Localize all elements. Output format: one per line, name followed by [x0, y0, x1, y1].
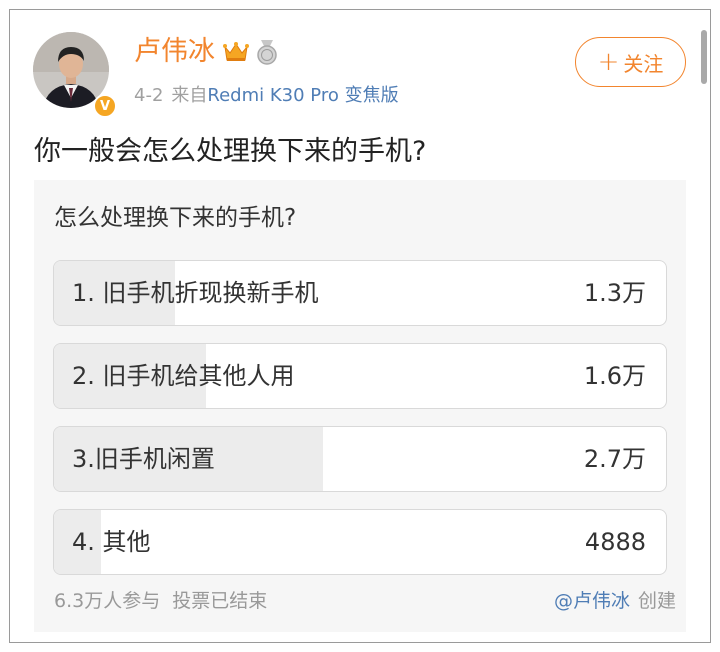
poll-option[interactable]: 1. 旧手机折现换新手机 1.3万 — [53, 260, 667, 326]
author-row: 卢伟冰 — [134, 32, 279, 72]
poll-created-label: 创建 — [637, 590, 676, 612]
post-source-device[interactable]: Redmi K30 Pro 变焦版 — [207, 85, 398, 106]
weibo-post-card: V 卢伟冰 4-2 来自Redmi K30 Pro 变焦版 + 关注 你一般会怎么… — [9, 9, 711, 643]
poll-option-count: 4888 — [584, 528, 646, 556]
verified-icon: V — [93, 94, 117, 118]
poll-option-label: 2. 旧手机给其他人用 — [72, 362, 295, 390]
poll-card: 怎么处理换下来的手机? 1. 旧手机折现换新手机 1.3万 2. 旧手机给其他人… — [34, 180, 686, 632]
poll-option-count: 2.7万 — [583, 445, 646, 473]
poll-option-label: 4. 其他 — [72, 528, 151, 556]
poll-participants: 6.3万人参与 — [54, 590, 161, 612]
poll-summary: 6.3万人参与 投票已结束 — [54, 587, 267, 615]
poll-option[interactable]: 3.旧手机闲置 2.7万 — [53, 426, 667, 492]
poll-status: 投票已结束 — [172, 590, 268, 612]
poll-option-count: 1.6万 — [583, 362, 646, 390]
poll-creator: @卢伟冰 创建 — [554, 587, 676, 615]
scrollbar[interactable] — [701, 30, 707, 84]
post-meta: 4-2 来自Redmi K30 Pro 变焦版 — [134, 82, 399, 110]
medal-icon[interactable] — [255, 39, 279, 65]
author-name[interactable]: 卢伟冰 — [134, 35, 215, 69]
crown-icon[interactable] — [223, 41, 249, 63]
post-source-prefix: 来自 — [171, 85, 208, 106]
poll-option[interactable]: 2. 旧手机给其他人用 1.6万 — [53, 343, 667, 409]
follow-label: 关注 — [623, 51, 664, 76]
poll-option-label: 3.旧手机闲置 — [72, 445, 215, 473]
follow-button[interactable]: + 关注 — [575, 37, 686, 87]
avatar[interactable]: V — [33, 32, 117, 118]
poll-option[interactable]: 4. 其他 4888 — [53, 509, 667, 575]
poll-creator-link[interactable]: @卢伟冰 — [554, 590, 630, 612]
post-date: 4-2 — [134, 85, 164, 106]
poll-option-count: 1.3万 — [583, 279, 646, 307]
poll-question: 怎么处理换下来的手机? — [54, 205, 297, 231]
poll-option-label: 1. 旧手机折现换新手机 — [72, 279, 319, 307]
plus-icon: + — [597, 47, 620, 77]
post-text: 你一般会怎么处理换下来的手机? — [34, 136, 427, 167]
